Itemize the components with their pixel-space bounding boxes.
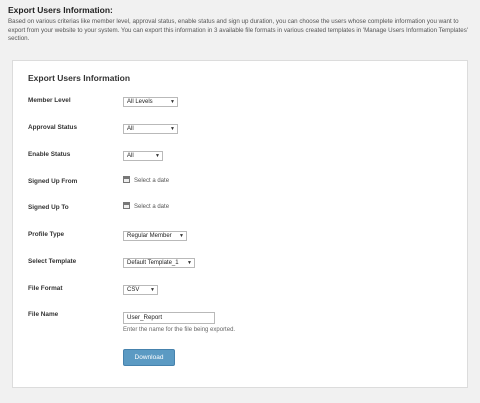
- chevron-down-icon: ▼: [150, 287, 155, 293]
- chevron-down-icon: ▼: [170, 126, 175, 132]
- profile-type-select[interactable]: Regular Member ▼: [123, 231, 187, 241]
- page-title: Export Users Information:: [8, 5, 113, 15]
- calendar-icon[interactable]: [123, 176, 130, 183]
- profile-type-label: Profile Type: [28, 231, 65, 238]
- export-panel: Export Users Information Member Level Al…: [12, 60, 468, 388]
- enable-status-select[interactable]: All ▼: [123, 151, 163, 161]
- file-format-select[interactable]: CSV ▼: [123, 285, 158, 295]
- chevron-down-icon: ▼: [155, 153, 160, 159]
- select-template-select[interactable]: Default Template_1 ▼: [123, 258, 195, 268]
- file-name-label: File Name: [28, 311, 59, 318]
- signed-up-to-label: Signed Up To: [28, 204, 69, 211]
- signed-up-from-label: Signed Up From: [28, 178, 78, 185]
- signed-up-to-picker[interactable]: Select a date: [123, 202, 170, 212]
- file-name-help: Enter the name for the file being export…: [123, 327, 236, 333]
- signed-up-from-picker[interactable]: Select a date: [123, 176, 170, 186]
- page-description: Based on various criterias like member l…: [8, 18, 468, 43]
- chevron-down-icon: ▼: [170, 99, 175, 105]
- approval-status-value: All: [127, 126, 134, 132]
- member-level-value: All Levels: [127, 99, 153, 105]
- signed-up-from-placeholder: Select a date: [134, 178, 170, 185]
- enable-status-label: Enable Status: [28, 151, 71, 158]
- member-level-select[interactable]: All Levels ▼: [123, 97, 178, 107]
- approval-status-select[interactable]: All ▼: [123, 124, 178, 134]
- select-template-value: Default Template_1: [127, 260, 179, 266]
- download-button[interactable]: Download: [123, 349, 175, 366]
- enable-status-value: All: [127, 153, 134, 159]
- select-template-label: Select Template: [28, 258, 77, 265]
- calendar-icon[interactable]: [123, 202, 130, 209]
- signed-up-to-placeholder: Select a date: [134, 204, 170, 211]
- panel-title: Export Users Information: [28, 73, 131, 83]
- file-format-label: File Format: [28, 285, 63, 292]
- member-level-label: Member Level: [28, 97, 71, 104]
- chevron-down-icon: ▼: [187, 260, 192, 266]
- profile-type-value: Regular Member: [127, 233, 172, 239]
- file-name-input[interactable]: User_Report: [123, 312, 215, 324]
- approval-status-label: Approval Status: [28, 124, 78, 131]
- file-format-value: CSV: [127, 287, 140, 293]
- chevron-down-icon: ▼: [179, 233, 184, 239]
